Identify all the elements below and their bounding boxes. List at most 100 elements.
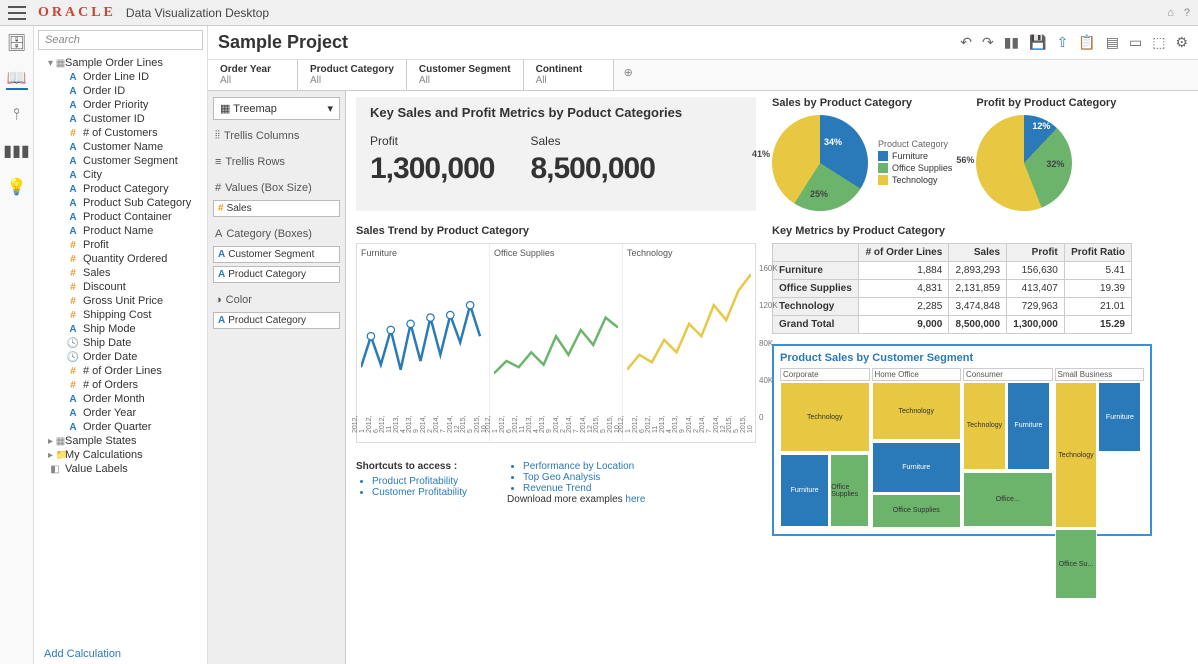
tree-field[interactable]: AOrder Quarter	[38, 420, 203, 434]
values-chip-sales[interactable]: #Sales	[213, 200, 340, 217]
tree-field[interactable]: AShip Mode	[38, 322, 203, 336]
tree-extra[interactable]: ◧Value Labels	[38, 462, 203, 476]
copy-icon[interactable]: 📋	[1078, 34, 1095, 51]
tree-field[interactable]: AOrder Priority	[38, 98, 203, 112]
tree-field[interactable]: AOrder Month	[38, 392, 203, 406]
icon-rail: 🗄 📖 ⫯ ▮▮▮ 💡	[0, 26, 34, 664]
tree-field[interactable]: ACustomer Segment	[38, 154, 203, 168]
tree-field[interactable]: ## of Orders	[38, 378, 203, 392]
tree-root[interactable]: ▾ ▦Sample Order Lines	[38, 56, 203, 70]
tree-field[interactable]: #Gross Unit Price	[38, 294, 203, 308]
tree-extra[interactable]: ▸ 📁My Calculations	[38, 448, 203, 462]
present-icon[interactable]: ▭	[1129, 34, 1142, 51]
category-shelf[interactable]: ACategory (Boxes)	[213, 225, 340, 243]
sales-pie-chart: 34% 25% 41%	[772, 115, 868, 211]
tree-field[interactable]: #Sales	[38, 266, 203, 280]
tree-field[interactable]: AProduct Category	[38, 182, 203, 196]
canvas-icon[interactable]: ⬚	[1152, 34, 1165, 51]
workspace: Sample Project ↶ ↷ ▮▮ 💾 ⇧ 📋 ▤ ▭ ⬚ ⚙ Orde…	[208, 26, 1198, 664]
save-icon[interactable]: 💾	[1029, 34, 1046, 51]
help-icon[interactable]: ?	[1184, 7, 1190, 19]
add-filter-icon[interactable]: ⊕	[614, 60, 643, 90]
visualizations-icon[interactable]: ▮▮▮	[6, 140, 28, 162]
treemap-cell[interactable]: Technology	[780, 382, 870, 452]
menu-icon[interactable]	[8, 6, 26, 20]
table-row[interactable]: Office Supplies4,8312,131,859413,40719.3…	[773, 280, 1132, 298]
tree-field[interactable]: 🕓Order Date	[38, 350, 203, 364]
trend-tile[interactable]: Sales Trend by Product Category Furnitur…	[356, 225, 756, 536]
color-chip[interactable]: AProduct Category	[213, 312, 340, 329]
tree-field[interactable]: #Discount	[38, 280, 203, 294]
share-icon[interactable]: ⇧	[1057, 34, 1069, 51]
treemap-cell[interactable]: Office Supplies	[872, 494, 962, 528]
tree-field[interactable]: #Shipping Cost	[38, 308, 203, 322]
treemap-cell[interactable]: Furniture	[1007, 382, 1050, 470]
tree-field[interactable]: 🕓Ship Date	[38, 336, 203, 350]
tree-field[interactable]: AOrder Line ID	[38, 70, 203, 84]
treemap-cell[interactable]: Office...	[963, 472, 1053, 527]
app-name: Data Visualization Desktop	[126, 6, 269, 20]
redo-icon[interactable]: ↷	[982, 34, 994, 51]
analytics-icon[interactable]: ⫯	[6, 104, 28, 126]
tree-field[interactable]: AProduct Name	[38, 224, 203, 238]
shortcut-link[interactable]: Top Geo Analysis	[523, 472, 600, 483]
treemap-cell[interactable]: Furniture	[1098, 382, 1141, 452]
tree-field[interactable]: AProduct Sub Category	[38, 196, 203, 210]
trellis-rows-shelf[interactable]: ≡Trellis Rows	[213, 153, 340, 171]
profit-pie-tile[interactable]: Profit by Product Category 12% 32% 56%	[976, 97, 1116, 211]
treemap-cell[interactable]: Furniture	[872, 442, 962, 493]
tree-field[interactable]: AProduct Container	[38, 210, 203, 224]
tree-field[interactable]: ACustomer Name	[38, 140, 203, 154]
brand-logo: ORACLE	[38, 5, 116, 21]
table-row[interactable]: Grand Total9,0008,500,0001,300,00015.29	[773, 316, 1132, 334]
tree-field[interactable]: #Quantity Ordered	[38, 252, 203, 266]
treemap-cell[interactable]: Technology	[872, 382, 962, 440]
tree-field[interactable]: AOrder Year	[38, 406, 203, 420]
shortcut-link[interactable]: Customer Profitability	[372, 487, 467, 498]
tree-field[interactable]: ## of Order Lines	[38, 364, 203, 378]
viz-type-dropdown[interactable]: ▦ Treemap▾	[213, 97, 340, 120]
settings-icon[interactable]: ⚙	[1175, 34, 1188, 51]
tree-field[interactable]: ## of Customers	[38, 126, 203, 140]
filter-pill[interactable]: Order YearAll	[208, 60, 298, 90]
add-calculation-link[interactable]: Add Calculation	[34, 644, 207, 664]
tree-field[interactable]: ACustomer ID	[38, 112, 203, 126]
chart-icon[interactable]: ▮▮	[1004, 34, 1019, 51]
metrics-table-tile[interactable]: Key Metrics by Product Category # of Ord…	[772, 225, 1132, 334]
table-row[interactable]: Furniture1,8842,893,293156,6305.41	[773, 262, 1132, 280]
treemap-tile[interactable]: Product Sales by Customer Segment Corpor…	[772, 344, 1152, 536]
treemap-cell[interactable]: Technology	[1055, 382, 1098, 528]
shortcut-link[interactable]: Revenue Trend	[523, 483, 591, 494]
tree-extra[interactable]: ▸ ▦Sample States	[38, 434, 203, 448]
shortcut-link[interactable]: Product Profitability	[372, 476, 458, 487]
color-shelf[interactable]: ◑Color	[213, 291, 340, 309]
data-sources-icon[interactable]: 🗄	[6, 32, 28, 54]
metrics-tile[interactable]: Key Sales and Profit Metrics by Poduct C…	[356, 97, 756, 211]
table-row[interactable]: Technology2,2853,474,848729,96321.01	[773, 298, 1132, 316]
filter-pill[interactable]: ContinentAll	[524, 60, 614, 90]
treemap-cell[interactable]: Furniture	[780, 454, 829, 527]
filter-pill[interactable]: Product CategoryAll	[298, 60, 407, 90]
shortcut-link[interactable]: Performance by Location	[523, 461, 634, 472]
trellis-cols-shelf[interactable]: ⦙⦙Trellis Columns	[213, 126, 340, 145]
config-panel: ▦ Treemap▾ ⦙⦙Trellis Columns ≡Trellis Ro…	[208, 91, 346, 664]
treemap-cell[interactable]: Office Su...	[1055, 529, 1098, 599]
insights-icon[interactable]: 💡	[6, 176, 28, 198]
filter-pill[interactable]: Customer SegmentAll	[407, 60, 524, 90]
category-chip-2[interactable]: AProduct Category	[213, 266, 340, 283]
treemap-cell[interactable]: Technology	[963, 382, 1006, 470]
data-elements-icon[interactable]: 📖	[6, 68, 28, 90]
undo-icon[interactable]: ↶	[960, 34, 972, 51]
treemap-cell[interactable]: Office Supplies	[830, 454, 868, 527]
download-here-link[interactable]: here	[625, 494, 645, 505]
tree-field[interactable]: #Profit	[38, 238, 203, 252]
tree-field[interactable]: ACity	[38, 168, 203, 182]
layout-icon[interactable]: ▤	[1106, 34, 1119, 51]
home-icon[interactable]: ⌂	[1167, 7, 1174, 19]
sales-pie-tile[interactable]: Sales by Product Category 34% 25% 41% Pr…	[772, 97, 952, 211]
tree-field[interactable]: AOrder ID	[38, 84, 203, 98]
values-shelf[interactable]: #Values (Box Size)	[213, 179, 340, 197]
category-chip-1[interactable]: ACustomer Segment	[213, 246, 340, 263]
search-input[interactable]: Search	[38, 30, 203, 50]
trend-title: Sales Trend by Product Category	[356, 225, 756, 237]
